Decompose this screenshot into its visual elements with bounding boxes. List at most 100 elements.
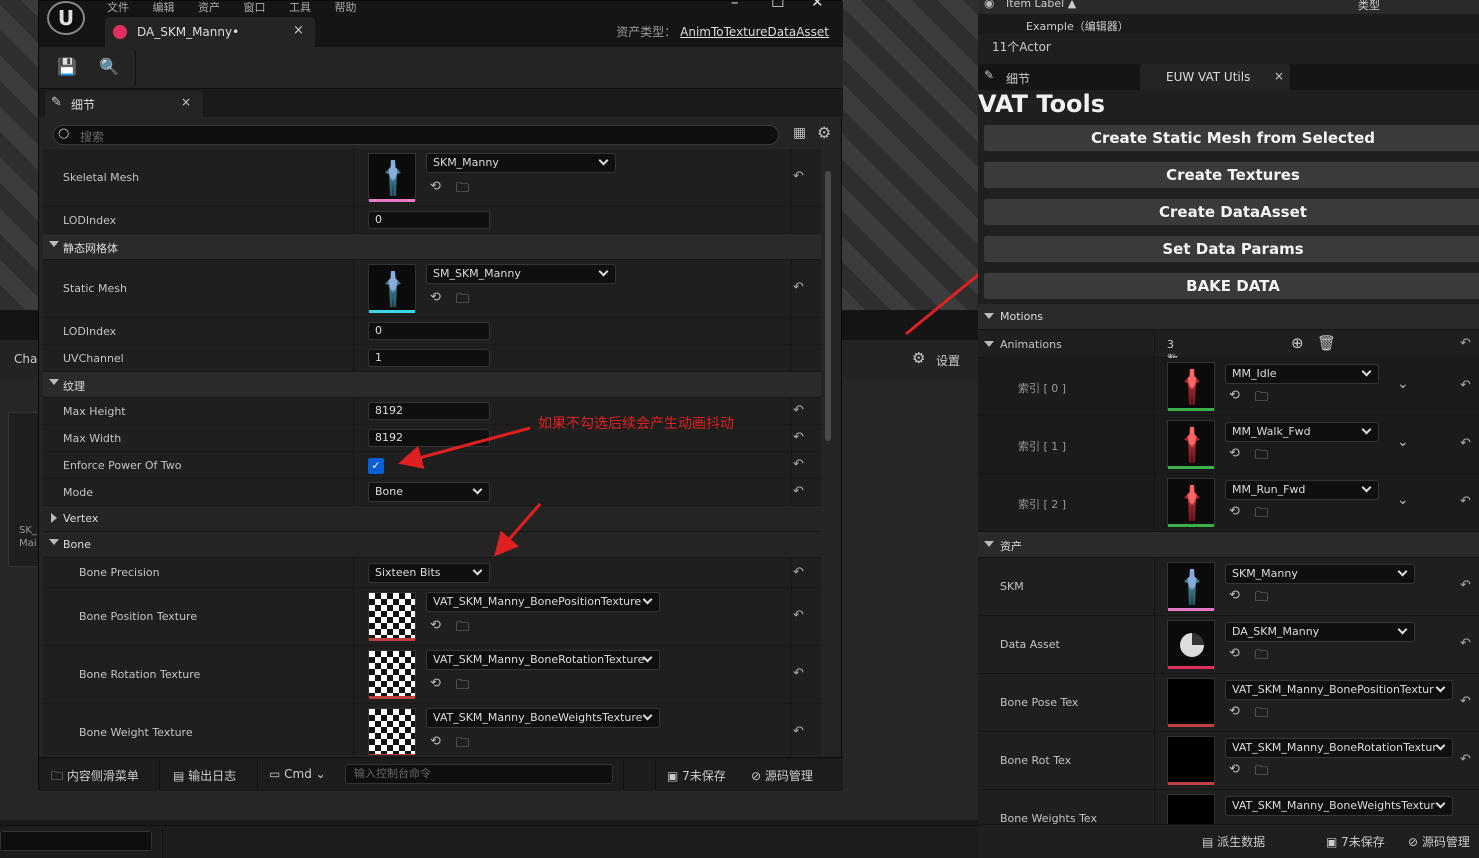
details-tab-right[interactable]: ✎ 细节 — [978, 64, 1138, 90]
global-source-control-button[interactable]: ⊘ 源码管理 — [1408, 833, 1470, 850]
mesh-thumbnail[interactable] — [1167, 562, 1215, 611]
chevron-down-icon — [1361, 482, 1372, 493]
animation-element-2: 索引 [ 2 ] MM_Run_Fwd ⟲ 🗀 ⌄ ↶ — [978, 474, 1479, 532]
asset-row-data-asset: Data Asset DA_SKM_Manny ⟲ 🗀 ↶ — [978, 616, 1479, 674]
use-selected-icon[interactable]: ⟲ — [1229, 388, 1240, 403]
derived-data-label: 派生数据 — [1217, 835, 1266, 849]
asset-picker-combo[interactable]: VAT_SKM_Manny_BonePositionTextur — [1225, 680, 1453, 700]
element-index: 索引 [ 1 ] — [1018, 440, 1067, 453]
use-selected-icon[interactable]: ⟲ — [1229, 504, 1240, 519]
asset-picker-value: VAT_SKM_Manny_BoneRotationTextur — [1232, 741, 1437, 754]
collapse-arrow-icon — [984, 313, 994, 319]
vat-tools-title: VAT Tools — [978, 90, 1106, 118]
reset-icon[interactable]: ↶ — [1460, 752, 1471, 767]
use-selected-icon[interactable]: ⟲ — [1229, 704, 1240, 719]
anim-picker-combo[interactable]: MM_Idle — [1225, 364, 1379, 384]
add-element-icon[interactable]: ⊕ — [1291, 334, 1304, 352]
pencil-icon: ✎ — [984, 68, 995, 82]
reset-icon[interactable]: ↶ — [1460, 694, 1471, 709]
use-selected-icon[interactable]: ⟲ — [1229, 646, 1240, 661]
asset-picker-value: VAT_SKM_Manny_BonePositionTextur — [1232, 683, 1434, 696]
asset-row-bone-pose-tex: Bone Pose Tex VAT_SKM_Manny_BonePosition… — [978, 674, 1479, 732]
outliner-col-type[interactable]: 类型 — [1358, 0, 1380, 13]
use-selected-icon[interactable]: ⟲ — [1229, 762, 1240, 777]
asset-row-skm: SKM SKM_Manny ⟲ 🗀 ↶ — [978, 558, 1479, 616]
browse-icon[interactable]: 🗀 — [1255, 504, 1268, 526]
property-value: SKM_Manny ⟲ 🗀 — [1154, 558, 1415, 615]
texture-thumbnail[interactable] — [1167, 678, 1215, 727]
category-assets[interactable]: 资产 — [978, 532, 1479, 558]
eye-icon[interactable]: ◉ — [984, 0, 994, 10]
category-motions[interactable]: Motions — [978, 304, 1479, 330]
property-label: Bone Weights Tex — [1000, 812, 1097, 825]
browse-icon[interactable]: 🗀 — [1255, 704, 1268, 726]
anim-thumbnail[interactable] — [1167, 362, 1215, 411]
asset-picker-combo[interactable]: VAT_SKM_Manny_BoneRotationTextur — [1225, 738, 1453, 758]
chevron-down-icon[interactable]: ⌄ — [1397, 492, 1409, 508]
asset-picker-combo[interactable]: VAT_SKM_Manny_BoneWeightsTextur — [1225, 796, 1453, 816]
trash-icon[interactable]: 🗑 — [1317, 334, 1336, 352]
reset-icon[interactable]: ↶ — [1460, 578, 1471, 593]
chevron-down-icon — [1397, 566, 1408, 577]
create-data-asset-button[interactable]: Create DataAsset — [983, 198, 1479, 226]
property-label: Animations — [1000, 338, 1062, 351]
use-selected-icon[interactable]: ⟲ — [1229, 588, 1240, 603]
anim-picker-combo[interactable]: MM_Walk_Fwd — [1225, 422, 1379, 442]
browse-icon[interactable]: 🗀 — [1255, 388, 1268, 410]
property-value: 3 数组元素 ⊕ 🗑 — [1154, 330, 1336, 414]
reset-icon[interactable]: ↶ — [1460, 378, 1471, 393]
element-index: 索引 [ 0 ] — [1018, 382, 1067, 395]
derived-data-button[interactable]: ▤ 派生数据 — [1202, 833, 1265, 850]
asset-picker-combo[interactable]: SKM_Manny — [1225, 564, 1415, 584]
reset-icon[interactable]: ↶ — [1460, 636, 1471, 651]
asset-picker-combo[interactable]: DA_SKM_Manny — [1225, 622, 1415, 642]
anim-thumbnail[interactable] — [1167, 420, 1215, 469]
browse-icon[interactable]: 🗀 — [1255, 646, 1268, 668]
vat-tools-panel: ◉ Item Label ▲ 类型 Example（编辑器） 11个Actor … — [978, 0, 1479, 858]
property-label: Data Asset — [1000, 638, 1060, 651]
asset-picker-value: DA_SKM_Manny — [1232, 625, 1320, 638]
chevron-down-icon — [1435, 682, 1446, 693]
global-source-control-label: 源码管理 — [1421, 835, 1470, 849]
chevron-down-icon[interactable]: ⌄ — [1397, 376, 1409, 392]
browse-icon[interactable]: 🗀 — [1255, 762, 1268, 784]
set-data-params-button[interactable]: Set Data Params — [983, 235, 1479, 263]
animation-element-1: 索引 [ 1 ] MM_Walk_Fwd ⟲ 🗀 ⌄ ↶ — [978, 416, 1479, 474]
mannequin-figure — [1184, 485, 1200, 521]
reset-icon[interactable]: ↶ — [1460, 494, 1471, 509]
use-selected-icon[interactable]: ⟲ — [1229, 446, 1240, 461]
category-label: 资产 — [1000, 540, 1022, 553]
texture-thumbnail[interactable] — [1167, 736, 1215, 785]
close-tab-icon[interactable]: × — [1274, 69, 1284, 83]
global-unsaved-button[interactable]: ▣ 7未保存 — [1326, 833, 1385, 850]
chevron-down-icon[interactable]: ⌄ — [1397, 434, 1409, 450]
bake-data-button[interactable]: BAKE DATA — [983, 272, 1479, 300]
reset-icon[interactable]: ↶ — [1460, 436, 1471, 451]
anim-thumbnail[interactable] — [1167, 478, 1215, 527]
property-value: MM_Run_Fwd ⟲ 🗀 ⌄ — [1154, 474, 1409, 531]
chevron-down-icon — [1361, 424, 1372, 435]
asset-color-bar — [1168, 524, 1214, 527]
euw-vat-utils-tab[interactable]: EUW VAT Utils × — [1140, 64, 1290, 90]
global-unsaved-label: 7未保存 — [1341, 835, 1385, 849]
collapse-arrow-icon[interactable] — [984, 341, 994, 347]
create-textures-button[interactable]: Create Textures — [983, 161, 1479, 189]
anim-picker-combo[interactable]: MM_Run_Fwd — [1225, 480, 1379, 500]
chevron-down-icon — [1435, 798, 1446, 809]
global-console-input[interactable] — [0, 831, 152, 851]
divider — [162, 825, 163, 858]
property-label: SKM — [1000, 580, 1024, 593]
browse-icon[interactable]: 🗀 — [1255, 588, 1268, 610]
outliner-col-label[interactable]: Item Label ▲ — [1006, 0, 1076, 10]
reset-icon[interactable]: ↶ — [1460, 336, 1471, 351]
outliner-row[interactable]: Example（编辑器） — [978, 14, 1479, 34]
data-asset-thumbnail[interactable] — [1167, 620, 1215, 669]
anim-picker-value: MM_Idle — [1232, 367, 1277, 380]
mannequin-figure — [1184, 569, 1200, 605]
euw-tab-label: EUW VAT Utils — [1166, 70, 1251, 84]
browse-icon[interactable]: 🗀 — [1255, 446, 1268, 468]
texture-thumbnail[interactable] — [1167, 794, 1215, 824]
asset-picker-value: VAT_SKM_Manny_BoneWeightsTextur — [1232, 799, 1435, 812]
create-static-mesh-button[interactable]: Create Static Mesh from Selected — [983, 124, 1479, 152]
asset-color-bar — [1168, 666, 1214, 669]
